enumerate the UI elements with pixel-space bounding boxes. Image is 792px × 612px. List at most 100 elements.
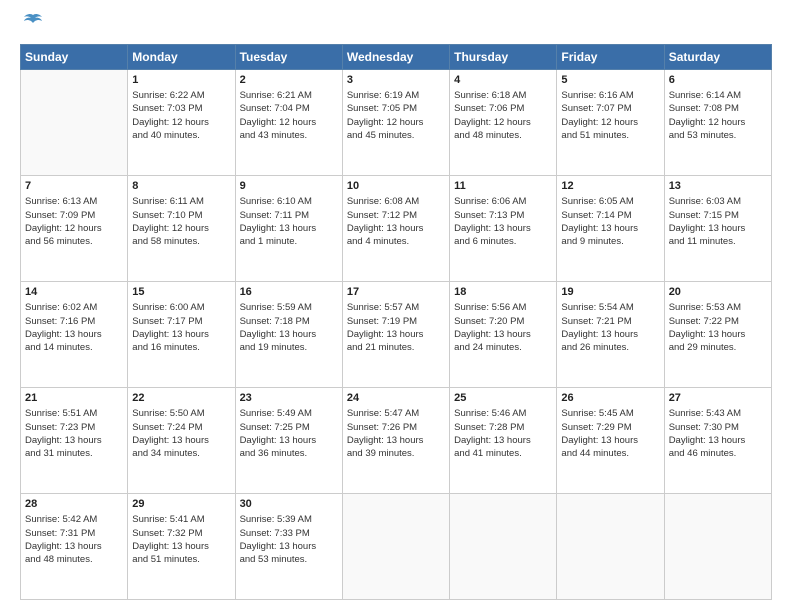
day-info-line: Sunrise: 5:43 AM xyxy=(669,407,767,420)
day-number: 3 xyxy=(347,73,445,88)
calendar-week-row: 14Sunrise: 6:02 AMSunset: 7:16 PMDayligh… xyxy=(21,281,772,387)
day-info-line: and 48 minutes. xyxy=(25,553,123,566)
day-info-line: and 39 minutes. xyxy=(347,447,445,460)
calendar-cell: 15Sunrise: 6:00 AMSunset: 7:17 PMDayligh… xyxy=(128,281,235,387)
day-info-line: Daylight: 13 hours xyxy=(132,434,230,447)
day-info-line: Sunset: 7:13 PM xyxy=(454,209,552,222)
day-info-line: Sunrise: 5:49 AM xyxy=(240,407,338,420)
day-info-line: and 51 minutes. xyxy=(561,129,659,142)
day-info-line: Sunrise: 5:54 AM xyxy=(561,301,659,314)
day-info-line: and 43 minutes. xyxy=(240,129,338,142)
page: SundayMondayTuesdayWednesdayThursdayFrid… xyxy=(0,0,792,612)
day-info-line: Sunrise: 6:02 AM xyxy=(25,301,123,314)
day-info-line: Sunrise: 5:42 AM xyxy=(25,513,123,526)
day-number: 22 xyxy=(132,391,230,406)
day-info-line: and 34 minutes. xyxy=(132,447,230,460)
calendar-cell: 18Sunrise: 5:56 AMSunset: 7:20 PMDayligh… xyxy=(450,281,557,387)
day-info-line: Daylight: 12 hours xyxy=(132,222,230,235)
calendar-cell: 5Sunrise: 6:16 AMSunset: 7:07 PMDaylight… xyxy=(557,69,664,175)
day-info-line: Sunrise: 6:14 AM xyxy=(669,89,767,102)
calendar-cell: 21Sunrise: 5:51 AMSunset: 7:23 PMDayligh… xyxy=(21,387,128,493)
day-number: 10 xyxy=(347,179,445,194)
calendar-cell: 11Sunrise: 6:06 AMSunset: 7:13 PMDayligh… xyxy=(450,175,557,281)
day-info-line: Sunrise: 6:10 AM xyxy=(240,195,338,208)
day-number: 26 xyxy=(561,391,659,406)
day-info-line: Sunset: 7:12 PM xyxy=(347,209,445,222)
day-info-line: Sunset: 7:06 PM xyxy=(454,102,552,115)
day-info-line: Daylight: 13 hours xyxy=(240,328,338,341)
day-number: 20 xyxy=(669,285,767,300)
calendar-cell: 9Sunrise: 6:10 AMSunset: 7:11 PMDaylight… xyxy=(235,175,342,281)
calendar-week-row: 21Sunrise: 5:51 AMSunset: 7:23 PMDayligh… xyxy=(21,387,772,493)
day-number: 2 xyxy=(240,73,338,88)
day-info-line: Daylight: 13 hours xyxy=(669,434,767,447)
day-info-line: Daylight: 12 hours xyxy=(561,116,659,129)
day-number: 5 xyxy=(561,73,659,88)
day-info-line: Sunset: 7:08 PM xyxy=(669,102,767,115)
day-number: 29 xyxy=(132,497,230,512)
day-info-line: Sunset: 7:14 PM xyxy=(561,209,659,222)
day-info-line: Sunset: 7:16 PM xyxy=(25,315,123,328)
calendar-table: SundayMondayTuesdayWednesdayThursdayFrid… xyxy=(20,44,772,600)
day-number: 6 xyxy=(669,73,767,88)
calendar-cell: 30Sunrise: 5:39 AMSunset: 7:33 PMDayligh… xyxy=(235,493,342,599)
day-info-line: and 41 minutes. xyxy=(454,447,552,460)
day-info-line: and 26 minutes. xyxy=(561,341,659,354)
day-number: 11 xyxy=(454,179,552,194)
calendar-cell: 7Sunrise: 6:13 AMSunset: 7:09 PMDaylight… xyxy=(21,175,128,281)
calendar-header-wednesday: Wednesday xyxy=(342,44,449,69)
calendar-cell: 1Sunrise: 6:22 AMSunset: 7:03 PMDaylight… xyxy=(128,69,235,175)
day-info-line: Sunset: 7:23 PM xyxy=(25,421,123,434)
day-number: 24 xyxy=(347,391,445,406)
day-info-line: Sunset: 7:26 PM xyxy=(347,421,445,434)
day-info-line: Daylight: 13 hours xyxy=(240,434,338,447)
day-info-line: Sunset: 7:04 PM xyxy=(240,102,338,115)
day-number: 30 xyxy=(240,497,338,512)
calendar-header-friday: Friday xyxy=(557,44,664,69)
calendar-cell: 20Sunrise: 5:53 AMSunset: 7:22 PMDayligh… xyxy=(664,281,771,387)
day-info-line: and 1 minute. xyxy=(240,235,338,248)
calendar-cell: 8Sunrise: 6:11 AMSunset: 7:10 PMDaylight… xyxy=(128,175,235,281)
day-info-line: and 56 minutes. xyxy=(25,235,123,248)
day-info-line: Daylight: 13 hours xyxy=(25,328,123,341)
day-number: 27 xyxy=(669,391,767,406)
calendar-cell: 3Sunrise: 6:19 AMSunset: 7:05 PMDaylight… xyxy=(342,69,449,175)
day-info-line: Sunset: 7:21 PM xyxy=(561,315,659,328)
calendar-header-sunday: Sunday xyxy=(21,44,128,69)
day-info-line: Sunset: 7:05 PM xyxy=(347,102,445,115)
calendar-cell: 13Sunrise: 6:03 AMSunset: 7:15 PMDayligh… xyxy=(664,175,771,281)
day-info-line: Sunrise: 5:59 AM xyxy=(240,301,338,314)
day-info-line: Daylight: 13 hours xyxy=(561,434,659,447)
day-info-line: Sunrise: 6:05 AM xyxy=(561,195,659,208)
day-info-line: Daylight: 12 hours xyxy=(240,116,338,129)
day-info-line: Sunset: 7:19 PM xyxy=(347,315,445,328)
day-number: 19 xyxy=(561,285,659,300)
day-info-line: Daylight: 13 hours xyxy=(561,222,659,235)
day-info-line: Daylight: 12 hours xyxy=(454,116,552,129)
day-info-line: Sunrise: 5:45 AM xyxy=(561,407,659,420)
calendar-week-row: 28Sunrise: 5:42 AMSunset: 7:31 PMDayligh… xyxy=(21,493,772,599)
day-info-line: and 14 minutes. xyxy=(25,341,123,354)
day-info-line: Sunrise: 5:51 AM xyxy=(25,407,123,420)
calendar-cell: 4Sunrise: 6:18 AMSunset: 7:06 PMDaylight… xyxy=(450,69,557,175)
day-info-line: and 29 minutes. xyxy=(669,341,767,354)
day-info-line: Sunrise: 6:08 AM xyxy=(347,195,445,208)
calendar-cell xyxy=(664,493,771,599)
calendar-cell: 17Sunrise: 5:57 AMSunset: 7:19 PMDayligh… xyxy=(342,281,449,387)
day-info-line: and 16 minutes. xyxy=(132,341,230,354)
day-info-line: Sunset: 7:11 PM xyxy=(240,209,338,222)
day-info-line: Daylight: 13 hours xyxy=(454,328,552,341)
day-info-line: and 53 minutes. xyxy=(669,129,767,142)
day-info-line: Sunset: 7:03 PM xyxy=(132,102,230,115)
calendar-cell: 12Sunrise: 6:05 AMSunset: 7:14 PMDayligh… xyxy=(557,175,664,281)
calendar-header-thursday: Thursday xyxy=(450,44,557,69)
calendar-cell: 26Sunrise: 5:45 AMSunset: 7:29 PMDayligh… xyxy=(557,387,664,493)
header xyxy=(20,16,772,36)
day-info-line: Sunrise: 5:57 AM xyxy=(347,301,445,314)
day-info-line: and 53 minutes. xyxy=(240,553,338,566)
calendar-cell: 25Sunrise: 5:46 AMSunset: 7:28 PMDayligh… xyxy=(450,387,557,493)
day-info-line: Daylight: 13 hours xyxy=(561,328,659,341)
day-info-line: and 48 minutes. xyxy=(454,129,552,142)
day-number: 16 xyxy=(240,285,338,300)
day-info-line: Sunrise: 6:03 AM xyxy=(669,195,767,208)
